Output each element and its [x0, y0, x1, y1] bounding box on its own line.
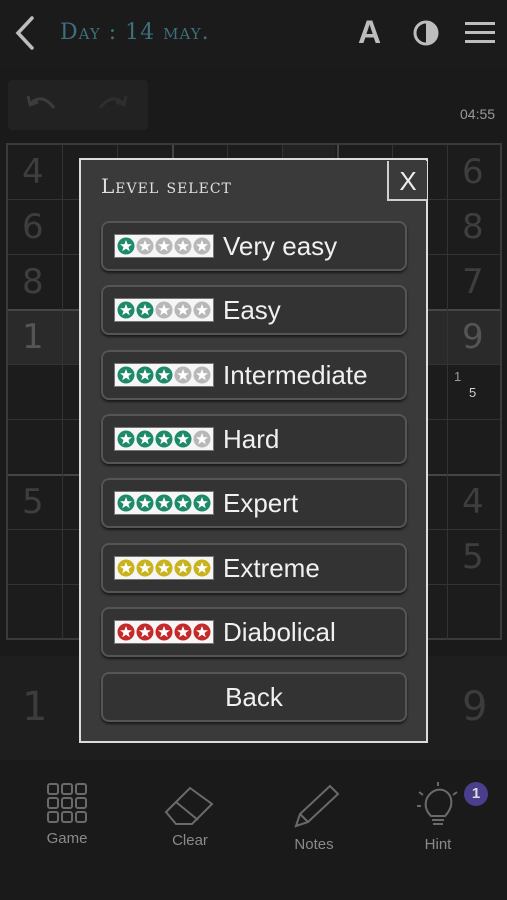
cell-value[interactable]: 9: [462, 317, 484, 357]
numpad-key[interactable]: 1: [22, 684, 47, 730]
star-icon: [174, 430, 192, 448]
back-arrow-icon[interactable]: [10, 14, 40, 52]
star-icon: [193, 366, 211, 384]
star-icon: [155, 430, 173, 448]
cell-note: 1: [454, 369, 462, 384]
game-button[interactable]: Game: [22, 782, 112, 847]
star-icon: [155, 301, 173, 319]
cell-value[interactable]: 6: [22, 207, 44, 247]
cell-value[interactable]: 4: [462, 482, 484, 522]
back-label: Back: [225, 682, 283, 712]
star-icon: [136, 237, 154, 255]
cell-value[interactable]: 1: [22, 317, 44, 357]
star-icon: [136, 623, 154, 641]
star-icon: [155, 494, 173, 512]
clear-label: Clear: [172, 832, 208, 849]
star-icon: [193, 623, 211, 641]
contrast-icon[interactable]: [413, 20, 439, 46]
star-icon: [136, 494, 154, 512]
star-icon: [117, 559, 135, 577]
eraser-icon: [164, 786, 214, 825]
cell-value[interactable]: 8: [22, 262, 44, 302]
star-icon: [117, 430, 135, 448]
notes-button[interactable]: Notes: [269, 782, 359, 853]
difficulty-stars: [114, 427, 214, 451]
cell-note: 5: [469, 385, 477, 400]
star-icon: [117, 237, 135, 255]
timer: 04:55: [460, 106, 496, 122]
star-icon: [136, 301, 154, 319]
star-icon: [117, 366, 135, 384]
difficulty-stars: [114, 234, 214, 258]
star-icon: [117, 623, 135, 641]
undo-icon[interactable]: [24, 90, 60, 118]
difficulty-stars: [114, 620, 214, 644]
star-icon: [193, 301, 211, 319]
star-icon: [136, 366, 154, 384]
level-button[interactable]: Easy: [101, 285, 407, 335]
font-size-icon[interactable]: A: [358, 14, 381, 51]
grid-line: [62, 145, 63, 640]
difficulty-stars: [114, 491, 214, 515]
star-icon: [193, 559, 211, 577]
star-icon: [155, 623, 173, 641]
level-button[interactable]: Intermediate: [101, 350, 407, 400]
star-icon: [155, 366, 173, 384]
star-icon: [155, 559, 173, 577]
star-icon: [174, 494, 192, 512]
star-icon: [174, 237, 192, 255]
star-icon: [117, 494, 135, 512]
menu-icon[interactable]: [465, 21, 495, 45]
grid-icon: [47, 783, 87, 823]
star-icon: [174, 301, 192, 319]
numpad-key[interactable]: 9: [462, 684, 487, 730]
level-label: Very easy: [223, 231, 338, 261]
game-label: Game: [46, 830, 88, 847]
star-icon: [136, 430, 154, 448]
level-label: Intermediate: [223, 360, 368, 390]
cell-value[interactable]: 5: [462, 537, 484, 577]
cell-value[interactable]: 8: [462, 207, 484, 247]
level-label: Extreme: [223, 553, 320, 583]
close-button[interactable]: X: [387, 161, 427, 201]
difficulty-stars: [114, 556, 214, 580]
cell-value[interactable]: 5: [22, 482, 44, 522]
level-label: Hard: [223, 424, 280, 454]
clear-button[interactable]: Clear: [145, 782, 235, 849]
star-icon: [193, 430, 211, 448]
star-icon: [174, 623, 192, 641]
level-label: Expert: [223, 488, 299, 518]
lightbulb-icon: [417, 782, 458, 825]
hint-label: Hint: [424, 836, 452, 853]
level-button[interactable]: Diabolical: [101, 607, 407, 657]
cell-value[interactable]: 4: [22, 152, 44, 192]
level-label: Diabolical: [223, 617, 336, 647]
level-label: Easy: [223, 295, 281, 325]
back-button[interactable]: Back: [101, 672, 407, 722]
cell-value[interactable]: 6: [462, 152, 484, 192]
level-button[interactable]: Hard: [101, 414, 407, 464]
grid-line: [447, 145, 448, 640]
star-icon: [193, 494, 211, 512]
star-icon: [155, 237, 173, 255]
level-button[interactable]: Very easy: [101, 221, 407, 271]
cell-value[interactable]: 7: [462, 262, 484, 302]
hint-count-badge: 1: [464, 782, 488, 806]
level-button[interactable]: Extreme: [101, 543, 407, 593]
level-select-dialog: Level select X Very easy Easy Intermediate…: [79, 158, 428, 743]
dialog-title: Level select: [101, 174, 232, 198]
star-icon: [174, 559, 192, 577]
top-bar: Day : 14 may. A: [0, 0, 507, 68]
star-icon: [117, 301, 135, 319]
star-icon: [174, 366, 192, 384]
star-icon: [136, 559, 154, 577]
difficulty-stars: [114, 363, 214, 387]
level-button[interactable]: Expert: [101, 478, 407, 528]
notes-label: Notes: [294, 836, 334, 853]
redo-icon[interactable]: [94, 90, 130, 118]
star-icon: [193, 237, 211, 255]
pencil-icon: [294, 784, 340, 828]
difficulty-stars: [114, 298, 214, 322]
page-title: Day : 14 may.: [60, 20, 210, 45]
